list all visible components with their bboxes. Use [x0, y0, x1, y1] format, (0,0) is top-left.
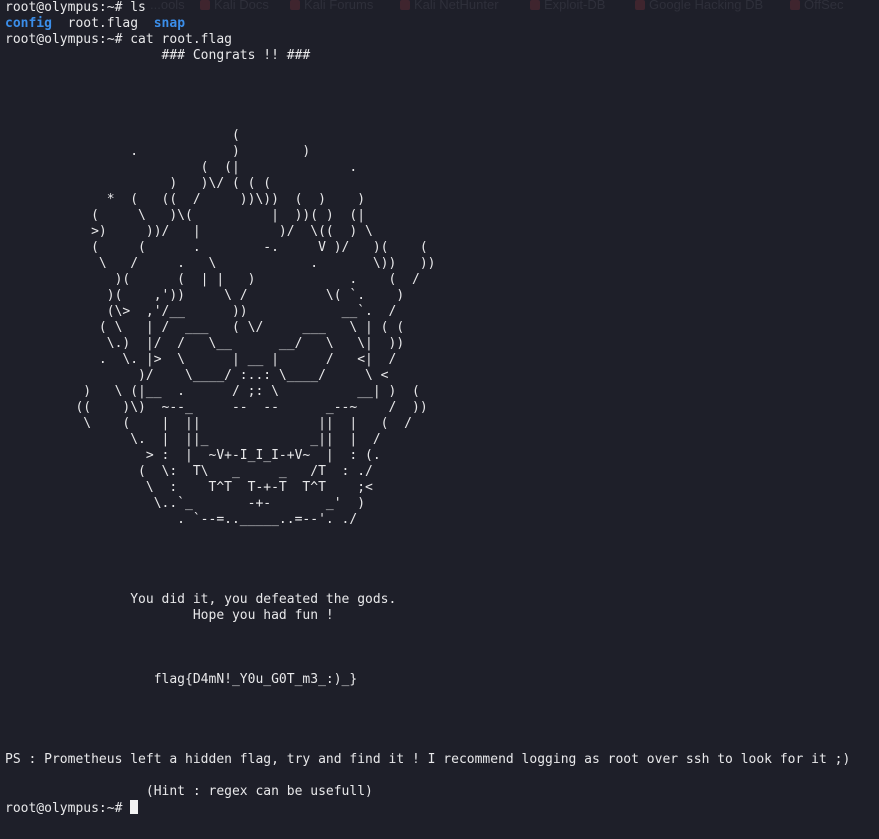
ascii-art-skull: ( . ) ) ( (| . ) )\/ ( ( ( * ( (( / ))\)…	[75, 128, 436, 527]
fun-message: Hope you had fun !	[5, 608, 334, 623]
terminal-window[interactable]: ...ools Kali Docs Kali Forums Kali NetHu…	[0, 0, 879, 839]
command-ls: ls	[130, 0, 146, 15]
hint-text: (Hint : regex can be usefull)	[5, 784, 373, 799]
ls-entry-config: config	[5, 16, 52, 31]
congrats-banner: ### Congrats !! ###	[5, 48, 311, 63]
shell-prompt: root@olympus:~#	[5, 801, 123, 816]
terminal-cursor[interactable]	[130, 800, 139, 814]
shell-prompt: root@olympus:~#	[5, 32, 123, 47]
command-cat: cat root.flag	[130, 32, 232, 47]
ls-entry-root-flag: root.flag	[67, 16, 139, 31]
victory-message: You did it, you defeated the gods.	[5, 592, 397, 607]
ls-entry-snap: snap	[153, 16, 186, 31]
terminal-output: root@olympus:~# ls config root.flag snap…	[5, 0, 850, 817]
shell-prompt: root@olympus:~#	[5, 0, 123, 15]
ps-note: PS : Prometheus left a hidden flag, try …	[5, 752, 851, 767]
root-flag-value: flag{D4mN!_Y0u_G0T_m3_:)_}	[5, 672, 358, 687]
